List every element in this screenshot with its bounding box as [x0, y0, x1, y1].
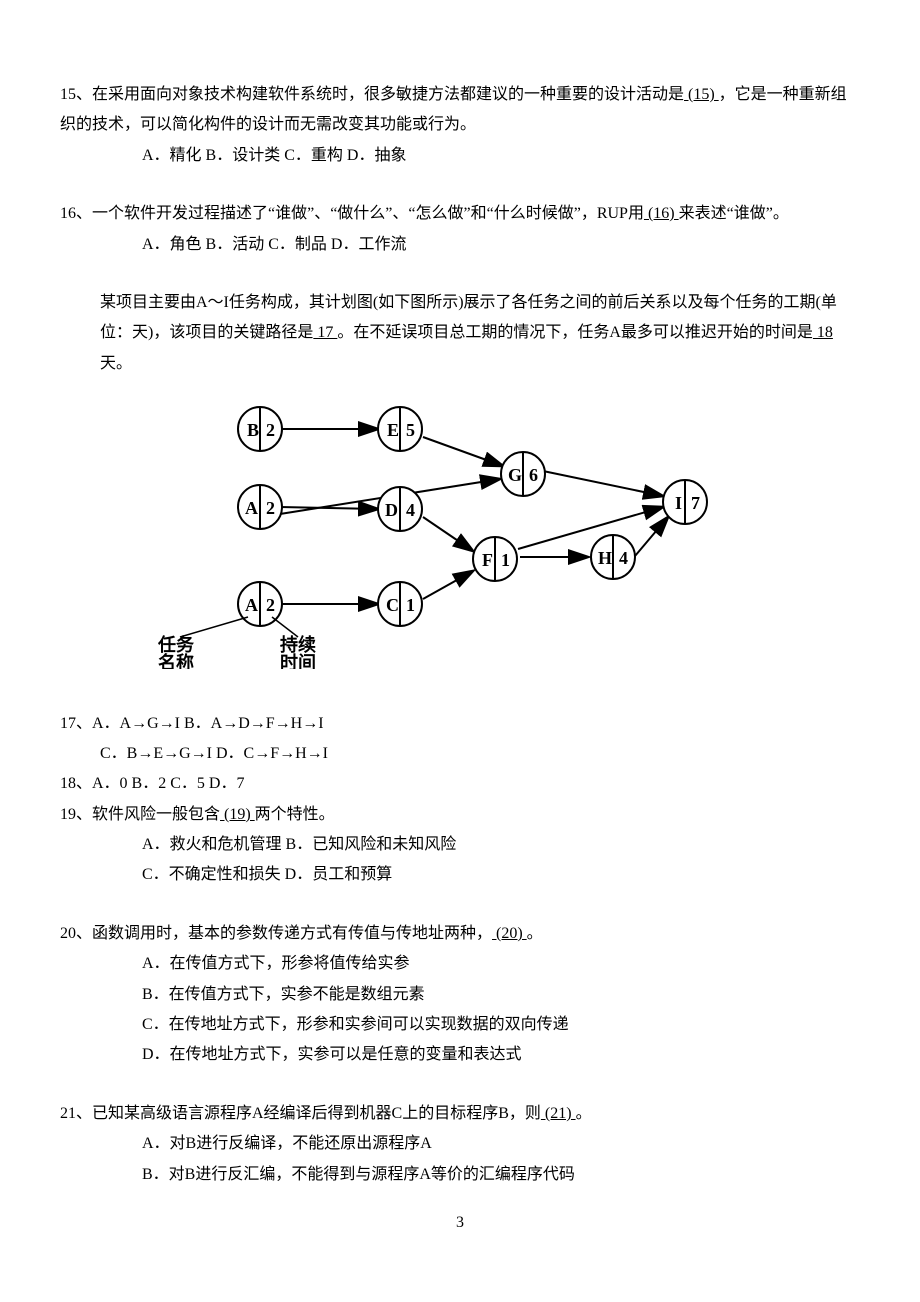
- node-G-val: 6: [529, 465, 538, 485]
- q19-blank: (19): [220, 806, 255, 823]
- q19-stem: 19、软件风险一般包含 (19) 两个特性。: [60, 800, 860, 830]
- legend-pointers: [180, 617, 298, 637]
- node-F: F: [482, 550, 493, 570]
- q16-stem: 16、一个软件开发过程描述了“谁做”、“做什么”、“怎么做”和“什么时候做”，R…: [60, 199, 860, 229]
- legend-text: 任务 名称 持续 时间: [157, 634, 316, 669]
- node-G: G: [508, 465, 522, 485]
- node-H: H: [598, 548, 612, 568]
- node-F-val: 1: [501, 550, 510, 570]
- q20-optA: A．在传值方式下，形参将值传给实参: [60, 949, 860, 979]
- question-17: 17、A．A→G→I B．A→D→F→H→I C．B→E→G→I D．C→F→H…: [60, 709, 860, 770]
- q21-text-b: 。: [576, 1105, 592, 1122]
- question-18: 18、A．0 B．2 C．5 D．7: [60, 769, 860, 799]
- q21-optA: A．对B进行反编译，不能还原出源程序A: [60, 1129, 860, 1159]
- intro-blank1: 17: [313, 324, 337, 341]
- node-A1: A: [245, 498, 258, 518]
- q20-optC: C．在传地址方式下，形参和实参间可以实现数据的双向传递: [60, 1010, 860, 1040]
- q19-text-b: 两个特性。: [255, 806, 335, 823]
- project-diagram: B 2 E 5 G 6 A 2 D 4 I 7 A 2 C 1 F 1 H 4: [60, 389, 860, 680]
- node-A2-val: 2: [266, 595, 275, 615]
- question-19: 19、软件风险一般包含 (19) 两个特性。 A．救火和危机管理 B．已知风险和…: [60, 800, 860, 891]
- node-H-val: 4: [619, 548, 628, 568]
- page-number: 3: [60, 1208, 860, 1238]
- node-D: D: [385, 500, 398, 520]
- intro-c: 天。: [100, 355, 132, 372]
- diagram-nodes: [238, 407, 707, 626]
- q20-blank: (20): [492, 925, 527, 942]
- node-A2: A: [245, 595, 258, 615]
- q17-line2: C．B→E→G→I D．C→F→H→I: [60, 739, 860, 769]
- intro-text: 某项目主要由A～I任务构成，其计划图(如下图所示)展示了各任务之间的前后关系以及…: [60, 288, 860, 379]
- q17-line1: 17、A．A→G→I B．A→D→F→H→I: [60, 709, 860, 739]
- node-B-val: 2: [266, 420, 275, 440]
- intro-b: 。在不延误项目总工期的情况下，任务A最多可以推迟开始的时间是: [337, 324, 813, 341]
- legend-task: 任务: [157, 634, 195, 655]
- q16-text-a: 16、一个软件开发过程描述了“谁做”、“做什么”、“怎么做”和“什么时候做”，R…: [60, 205, 644, 222]
- legend-name: 名称: [158, 652, 194, 669]
- diagram-node-labels: B 2 E 5 G 6 A 2 D 4 I 7 A 2 C 1 F 1 H 4: [245, 420, 700, 615]
- q16-text-b: 来表述“谁做”。: [679, 205, 789, 222]
- q20-optD: D．在传地址方式下，实参可以是任意的变量和表达式: [60, 1040, 860, 1070]
- legend-hold: 持续: [280, 634, 316, 655]
- question-17-18-intro: 某项目主要由A～I任务构成，其计划图(如下图所示)展示了各任务之间的前后关系以及…: [60, 288, 860, 681]
- node-E: E: [387, 420, 399, 440]
- q18-line: 18、A．0 B．2 C．5 D．7: [60, 769, 860, 799]
- question-21: 21、已知某高级语言源程序A经编译后得到机器C上的目标程序B，则 (21) 。 …: [60, 1099, 860, 1190]
- q21-optB: B．对B进行反汇编，不能得到与源程序A等价的汇编程序代码: [60, 1160, 860, 1190]
- q21-text-a: 21、已知某高级语言源程序A经编译后得到机器C上的目标程序B，则: [60, 1105, 541, 1122]
- question-20: 20、函数调用时，基本的参数传递方式有传值与传地址两种， (20) 。 A．在传…: [60, 919, 860, 1071]
- q19-text-a: 19、软件风险一般包含: [60, 806, 220, 823]
- question-16: 16、一个软件开发过程描述了“谁做”、“做什么”、“怎么做”和“什么时候做”，R…: [60, 199, 860, 260]
- intro-blank2: 18: [813, 324, 833, 341]
- q15-stem: 15、在采用面向对象技术构建软件系统时，很多敏捷方法都建议的一种重要的设计活动是…: [60, 80, 860, 141]
- q20-stem: 20、函数调用时，基本的参数传递方式有传值与传地址两种， (20) 。: [60, 919, 860, 949]
- q19-line2: C．不确定性和损失 D．员工和预算: [60, 860, 860, 890]
- q15-blank: (15): [684, 86, 719, 103]
- diagram-svg: B 2 E 5 G 6 A 2 D 4 I 7 A 2 C 1 F 1 H 4: [120, 389, 740, 669]
- node-I-val: 7: [691, 493, 700, 513]
- q15-text-a: 15、在采用面向对象技术构建软件系统时，很多敏捷方法都建议的一种重要的设计活动是: [60, 86, 684, 103]
- q19-line1: A．救火和危机管理 B．已知风险和未知风险: [60, 830, 860, 860]
- node-A1-val: 2: [266, 498, 275, 518]
- q21-blank: (21): [541, 1105, 576, 1122]
- q20-text-a: 20、函数调用时，基本的参数传递方式有传值与传地址两种，: [60, 925, 492, 942]
- question-15: 15、在采用面向对象技术构建软件系统时，很多敏捷方法都建议的一种重要的设计活动是…: [60, 80, 860, 171]
- node-C: C: [386, 595, 399, 615]
- q21-stem: 21、已知某高级语言源程序A经编译后得到机器C上的目标程序B，则 (21) 。: [60, 1099, 860, 1129]
- node-I: I: [675, 493, 682, 513]
- node-B: B: [247, 420, 259, 440]
- q16-options: A．角色 B．活动 C．制品 D．工作流: [60, 230, 860, 260]
- q15-options: A．精化 B．设计类 C．重构 D．抽象: [60, 141, 860, 171]
- node-C-val: 1: [406, 595, 415, 615]
- node-D-val: 4: [406, 500, 415, 520]
- q20-text-b: 。: [527, 925, 543, 942]
- q16-blank: (16): [644, 205, 679, 222]
- legend-time: 时间: [280, 653, 316, 669]
- node-E-val: 5: [406, 420, 415, 440]
- q20-optB: B．在传值方式下，实参不能是数组元素: [60, 980, 860, 1010]
